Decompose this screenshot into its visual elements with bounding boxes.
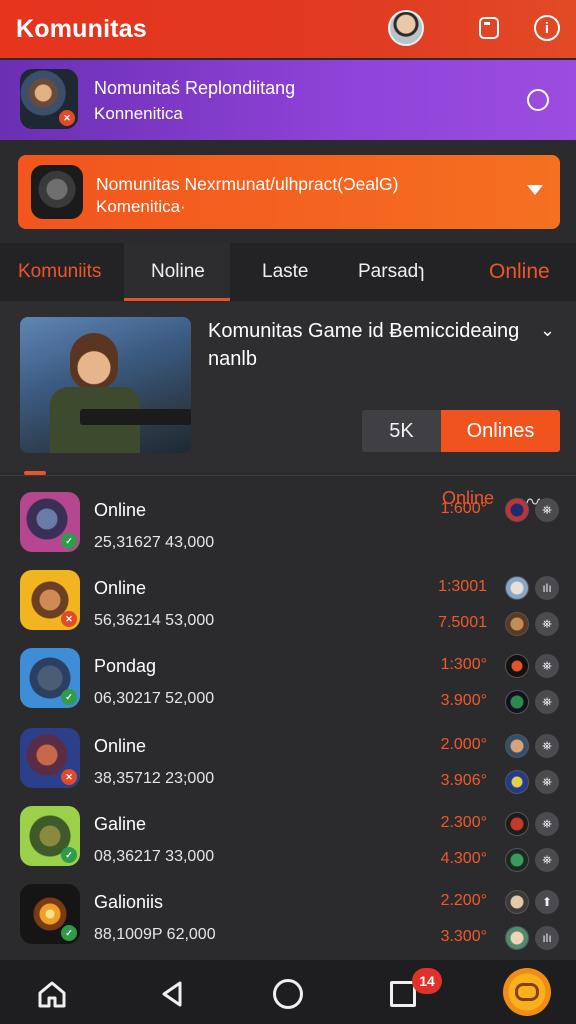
- group-icon[interactable]: ⛯: [535, 770, 559, 794]
- list-item[interactable]: ✓ Pondag 06,30217 52,000 1:300° 3.900° ⛯…: [0, 648, 576, 726]
- game-icon: ✓: [20, 492, 80, 552]
- item-value-bottom: 3.906°: [440, 772, 487, 789]
- item-name: Online: [94, 736, 147, 756]
- chevron-down-icon[interactable]: ⌄: [540, 320, 555, 341]
- game-icon: ✕: [20, 570, 80, 630]
- item-stats: 56,36214 53,000: [94, 612, 215, 629]
- bottom-nav: [0, 960, 576, 1024]
- banner-subtitle: Konnenitica: [94, 104, 183, 123]
- list-item[interactable]: ✕ Online 56,36214 53,000 1:3001 7.5001 ı…: [0, 570, 576, 648]
- item-name: Online: [94, 578, 147, 598]
- banner-title: Nomunitaś Replondiitang: [94, 78, 296, 98]
- home-icon[interactable]: [32, 974, 72, 1014]
- user-avatar[interactable]: [388, 10, 424, 46]
- group-icon[interactable]: ılı: [535, 926, 559, 950]
- group-icon[interactable]: ⛯: [535, 612, 559, 636]
- game-thumbnail: ✕: [20, 69, 78, 129]
- item-value-bottom: 4.300°: [440, 850, 487, 867]
- notification-badge: 14: [412, 968, 442, 994]
- game-thumbnail: [31, 165, 83, 219]
- group-icon[interactable]: ⛯: [535, 848, 559, 872]
- item-stats: 38,35712 23;000: [94, 770, 215, 787]
- group-icon[interactable]: ⛯: [535, 734, 559, 758]
- tab-komunitas[interactable]: Komuniits: [18, 243, 101, 301]
- user-avatar[interactable]: [505, 734, 529, 758]
- user-avatar[interactable]: [505, 576, 529, 600]
- user-avatar[interactable]: [505, 890, 529, 914]
- list-item[interactable]: ✕ Online 38,35712 23;000 2.000° 3.906° ⛯…: [0, 728, 576, 806]
- tab-noline[interactable]: Noline: [151, 243, 205, 301]
- item-stats: 06,30217 52,000: [94, 690, 215, 707]
- tab-bar: Komuniits Noline Laste Parsadɿ Online: [0, 243, 576, 301]
- user-avatar[interactable]: [505, 926, 529, 950]
- community-banner-orange[interactable]: Nomunitas Nexrmunat/ulhpract(ƆealG) Kome…: [18, 155, 560, 229]
- featured-title: Komunitas Game id Ƀemiccideaing: [208, 320, 520, 342]
- online-button[interactable]: Onlines: [441, 410, 560, 452]
- group-icon[interactable]: ⛯: [535, 654, 559, 678]
- top-bar: Komunitas i: [0, 0, 576, 58]
- item-stats: 08,36217 33,000: [94, 848, 215, 865]
- item-value-bottom: 3.300°: [440, 928, 487, 945]
- item-name: Galioniis: [94, 892, 164, 912]
- chat-button[interactable]: [503, 968, 551, 1016]
- user-avatar[interactable]: [505, 612, 529, 636]
- tab-parsadi[interactable]: Parsadɿ: [358, 243, 425, 301]
- item-value-bottom: 3.900°: [440, 692, 487, 709]
- item-name: Galine: [94, 814, 147, 834]
- item-stats: 25,31627 43,000: [94, 534, 215, 551]
- chat-icon: [515, 983, 539, 1001]
- back-icon[interactable]: [152, 974, 192, 1014]
- community-banner-purple[interactable]: ✕: [0, 60, 576, 140]
- item-name: Online: [94, 500, 147, 520]
- list-item[interactable]: ✓ Galine 08,36217 33,000 2.300° 4.300° ⛯…: [0, 806, 576, 884]
- user-avatar[interactable]: [505, 654, 529, 678]
- item-value-top: 1:3001: [438, 578, 487, 595]
- member-count: 5K: [362, 410, 441, 452]
- user-avatar[interactable]: [505, 498, 529, 522]
- featured-subtitle: nanlb: [208, 348, 257, 370]
- tab-online[interactable]: Online: [489, 243, 550, 301]
- user-avatar[interactable]: [505, 848, 529, 872]
- user-avatar[interactable]: [505, 812, 529, 836]
- banner-title: Nomunitas Nexrmunat/ulhpract(ƆealG): [96, 174, 399, 194]
- item-value-bottom: 7.5001: [438, 614, 487, 631]
- game-icon: ✕: [20, 728, 80, 788]
- item-value-top: 1:600°: [440, 500, 487, 517]
- item-value-top: 1:300°: [440, 656, 487, 673]
- group-icon[interactable]: ⛯: [535, 812, 559, 836]
- tab-indicator: [124, 298, 230, 301]
- banner-subtitle: Komenitica·: [96, 197, 186, 216]
- circle-home-icon[interactable]: [268, 974, 308, 1014]
- list-item[interactable]: ✓ Galioniis 88,1009P 62,000 2.200° 3.300…: [0, 884, 576, 962]
- group-icon[interactable]: ⛯: [535, 690, 559, 714]
- group-icon[interactable]: ⛯: [535, 498, 559, 522]
- game-icon: ✓: [20, 806, 80, 866]
- game-icon: ✓: [20, 884, 80, 944]
- info-icon[interactable]: i: [532, 13, 562, 43]
- group-icon[interactable]: ⬆: [535, 890, 559, 914]
- divider: [0, 475, 576, 476]
- group-icon[interactable]: ılı: [535, 576, 559, 600]
- badge-icon: ✕: [59, 110, 75, 126]
- user-avatar[interactable]: [505, 690, 529, 714]
- game-icon: ✓: [20, 648, 80, 708]
- item-name: Pondag: [94, 656, 157, 676]
- user-avatar[interactable]: [505, 770, 529, 794]
- page-title: Komunitas: [16, 14, 147, 43]
- radio-ring-icon[interactable]: [527, 89, 549, 111]
- item-value-top: 2.000°: [440, 736, 487, 753]
- featured-game-art: [20, 317, 191, 453]
- item-stats: 88,1009P 62,000: [94, 926, 216, 943]
- card-icon[interactable]: [474, 13, 504, 43]
- item-value-top: 2.200°: [440, 892, 487, 909]
- tab-laste[interactable]: Laste: [262, 243, 308, 301]
- list-item[interactable]: ✓ Online 25,31627 43,000 1:600° ⛯: [0, 492, 576, 570]
- item-value-top: 2.300°: [440, 814, 487, 831]
- chevron-down-icon[interactable]: [527, 185, 543, 195]
